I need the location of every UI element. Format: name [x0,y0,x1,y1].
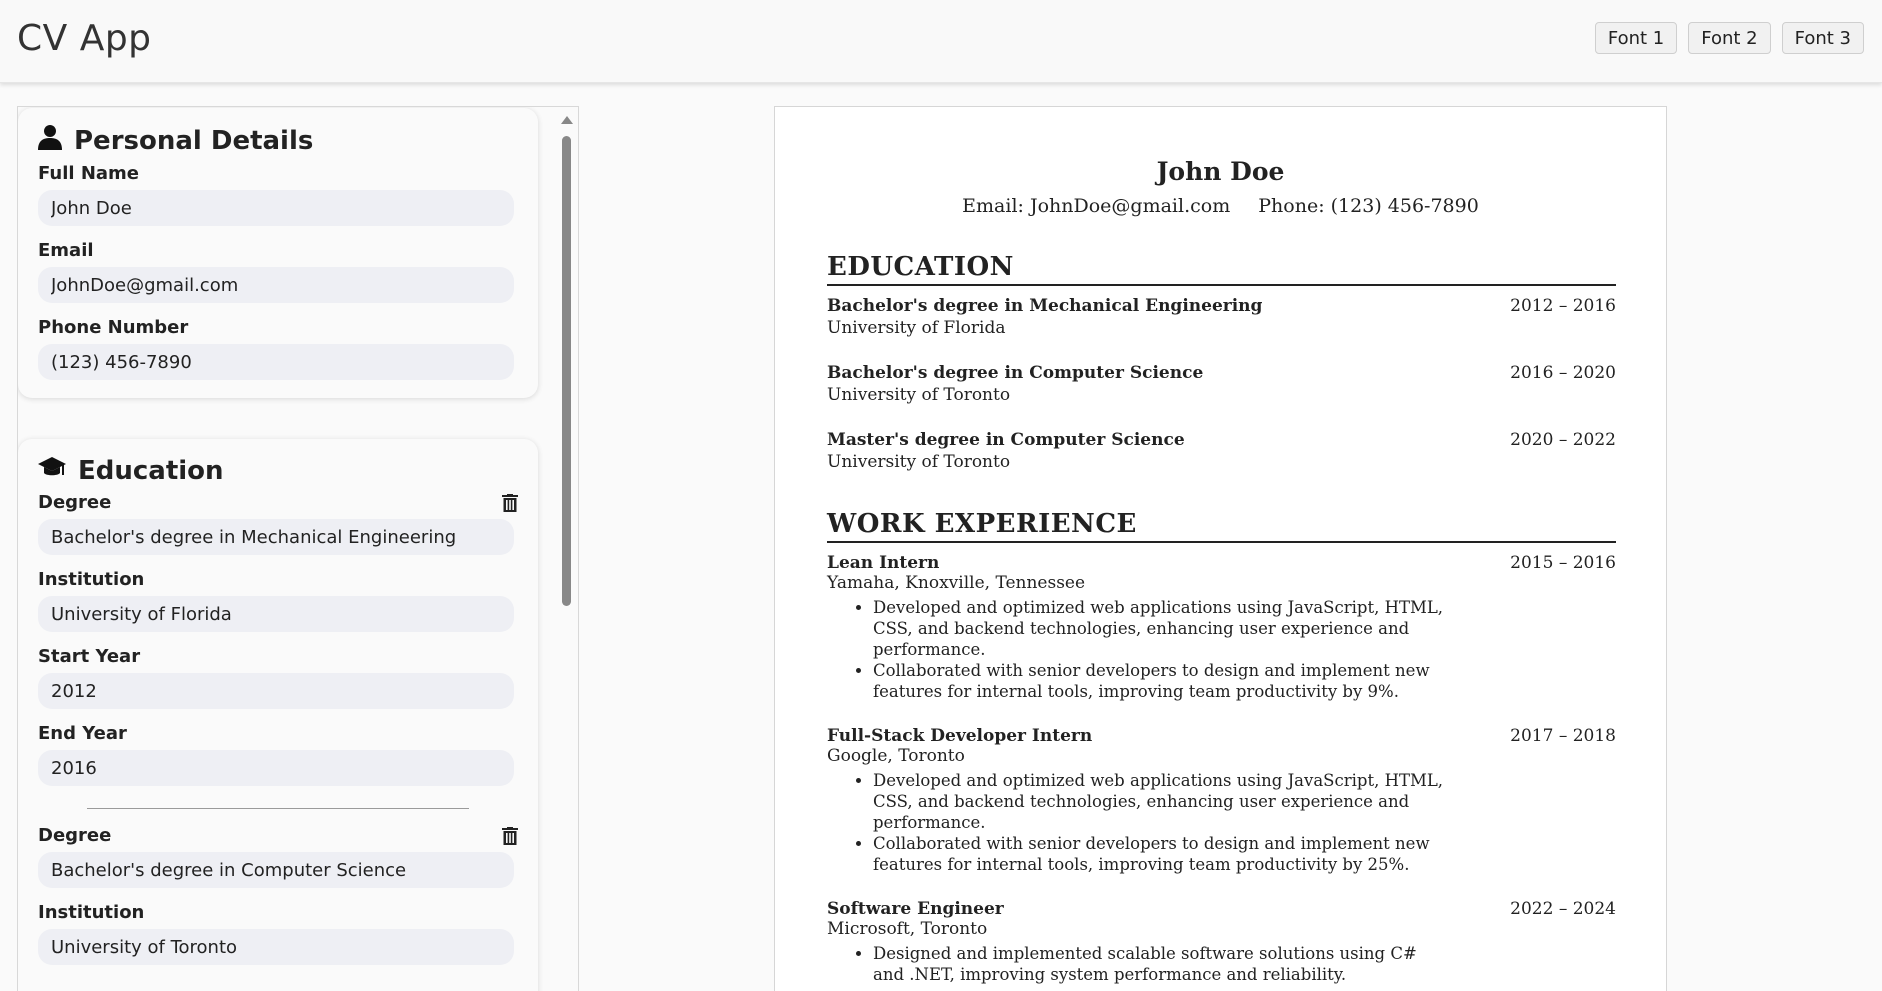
trash-icon[interactable] [502,826,518,845]
work-bullet: Developed and optimized web applications… [873,770,1453,833]
education-degree: Bachelor's degree in Computer Science [827,363,1204,383]
work-section-title: WORK EXPERIENCE [827,507,1616,543]
personal-details-title: Personal Details [74,125,314,156]
resume-name: John Doe [1156,157,1285,186]
education-entry: Master's degree in Computer Science Univ… [827,430,1616,472]
start-year-input[interactable] [38,673,514,709]
work-bullet: Developed and optimized web applications… [873,597,1453,660]
personal-details-card: Personal Details Full Name Email Phone N… [18,108,538,398]
phone-input[interactable] [38,344,514,380]
editor-scrollbar[interactable] [557,106,575,991]
graduation-cap-icon [38,455,66,486]
education-institution: University of Florida [827,318,1006,338]
degree-label: Degree [38,492,518,513]
education-degree: Bachelor's degree in Mechanical Engineer… [827,296,1263,316]
personal-details-heading: Personal Details [38,124,518,157]
work-entry: Full-Stack Developer Intern Google, Toro… [827,726,1616,875]
work-years: 2017 – 2018 [1510,726,1616,746]
work-years: 2015 – 2016 [1510,553,1616,573]
resume-email: Email: JohnDoe@gmail.com [962,195,1231,217]
font-3-button[interactable]: Font 3 [1781,22,1864,54]
degree-input[interactable] [38,852,514,888]
end-year-label: End Year [38,723,127,744]
education-section-title: EDUCATION [827,250,1616,286]
font-1-button[interactable]: Font 1 [1594,22,1678,54]
degree-label: Degree [38,825,518,846]
email-input[interactable] [38,267,514,303]
education-years: 2020 – 2022 [1510,430,1616,450]
editor-panel[interactable]: Personal Details Full Name Email Phone N… [17,106,579,991]
font-switcher: Font 1 Font 2 Font 3 [1594,22,1864,54]
trash-icon[interactable] [502,493,518,512]
education-degree: Master's degree in Computer Science [827,430,1185,450]
app-title: CV App [17,18,152,59]
education-title: Education [78,455,224,486]
work-entry: Software Engineer Microsoft, Toronto 202… [827,899,1616,985]
work-role: Full-Stack Developer Intern [827,726,1093,746]
work-bullet: Collaborated with senior developers to d… [873,660,1453,702]
institution-input[interactable] [38,596,514,632]
work-company: Google, Toronto [827,746,965,766]
institution-label: Institution [38,902,145,923]
institution-input[interactable] [38,929,514,965]
email-label: Email [38,240,94,261]
full-name-input[interactable] [38,190,514,226]
work-company: Microsoft, Toronto [827,919,988,939]
resume-phone: Phone: (123) 456-7890 [1258,195,1479,217]
work-years: 2022 – 2024 [1510,899,1616,919]
work-bullets: Developed and optimized web applications… [827,770,1453,875]
education-years: 2016 – 2020 [1510,363,1616,383]
education-entry: Bachelor's degree in Computer Science Un… [827,363,1616,405]
education-heading: Education [38,455,518,486]
end-year-input[interactable] [38,750,514,786]
institution-label: Institution [38,569,145,590]
education-institution: University of Toronto [827,452,1011,472]
work-entry: Lean Intern Yamaha, Knoxville, Tennessee… [827,553,1616,702]
work-bullet: Collaborated with senior developers to d… [873,833,1453,875]
font-2-button[interactable]: Font 2 [1688,22,1771,54]
person-icon [38,124,62,157]
education-years: 2012 – 2016 [1510,296,1616,316]
work-bullet: Designed and implemented scalable softwa… [873,943,1453,985]
education-card: Education Degree Institution Start Year … [18,439,538,991]
start-year-label: Start Year [38,646,141,667]
resume-contact: Email: JohnDoe@gmail.com Phone: (123) 45… [775,195,1666,217]
work-role: Lean Intern [827,553,940,573]
work-company: Yamaha, Knoxville, Tennessee [827,573,1086,593]
education-institution: University of Toronto [827,385,1011,405]
education-entry: Bachelor's degree in Mechanical Engineer… [827,296,1616,338]
work-role: Software Engineer [827,899,1004,919]
app-header: CV App Font 1 Font 2 Font 3 [0,0,1882,83]
scroll-thumb[interactable] [562,136,571,606]
resume-preview: John Doe Email: JohnDoe@gmail.com Phone:… [774,106,1667,991]
work-bullets: Developed and optimized web applications… [827,597,1453,702]
degree-input[interactable] [38,519,514,555]
full-name-label: Full Name [38,163,139,184]
entry-divider [87,808,469,809]
scroll-up-arrow-icon[interactable] [561,116,573,124]
work-bullets: Designed and implemented scalable softwa… [827,943,1453,985]
phone-label: Phone Number [38,317,189,338]
